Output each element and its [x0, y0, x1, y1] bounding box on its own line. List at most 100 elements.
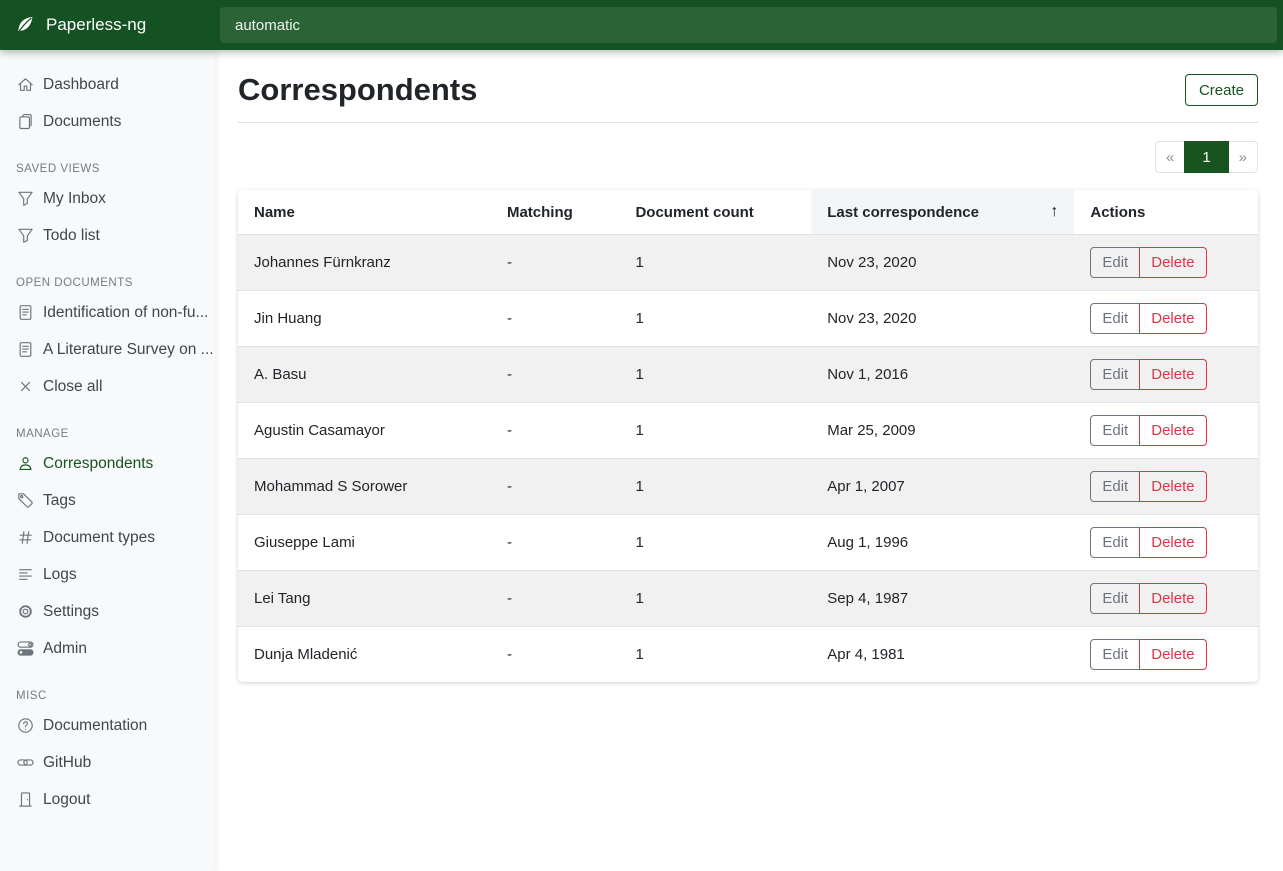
document-count: 1 — [619, 571, 811, 627]
file-text-icon — [16, 304, 34, 322]
matching-value: - — [491, 403, 620, 459]
sidebar-item-tags[interactable]: Tags — [0, 482, 215, 519]
column-header-actions: Actions — [1074, 190, 1258, 235]
table-row: Agustin Casamayor - 1 Mar 25, 2009 EditD… — [238, 403, 1258, 459]
column-header-matching[interactable]: Matching — [491, 190, 620, 235]
delete-button[interactable]: Delete — [1139, 415, 1206, 446]
document-count: 1 — [619, 627, 811, 683]
create-button[interactable]: Create — [1185, 74, 1258, 106]
sidebar-item-document-types[interactable]: Document types — [0, 519, 215, 556]
edit-button[interactable]: Edit — [1090, 527, 1140, 558]
sidebar-item-logs[interactable]: Logs — [0, 556, 215, 593]
column-header-document-count[interactable]: Document count — [619, 190, 811, 235]
table-row: Johannes Fürnkranz - 1 Nov 23, 2020 Edit… — [238, 235, 1258, 291]
correspondent-name: A. Basu — [238, 347, 491, 403]
feather-logo-icon — [15, 15, 35, 35]
last-correspondence-date: Sep 4, 1987 — [811, 571, 1074, 627]
table-row: Jin Huang - 1 Nov 23, 2020 EditDelete — [238, 291, 1258, 347]
sidebar-section-title-saved-views: SAVED VIEWS — [16, 155, 199, 175]
correspondent-name: Lei Tang — [238, 571, 491, 627]
table-header-row: Name Matching Document count Last corres… — [238, 190, 1258, 235]
app-title: Paperless-ng — [46, 15, 146, 35]
question-circle-icon — [16, 717, 34, 735]
header-divider — [238, 122, 1258, 123]
delete-button[interactable]: Delete — [1139, 471, 1206, 502]
sidebar-item-documents[interactable]: Documents — [0, 103, 215, 140]
sidebar-item-correspondents[interactable]: Correspondents — [0, 445, 215, 482]
toggles-icon — [16, 640, 34, 658]
table-row: Giuseppe Lami - 1 Aug 1, 1996 EditDelete — [238, 515, 1258, 571]
sidebar-section-title-misc: MISC — [16, 682, 199, 702]
sidebar-item-github[interactable]: GitHub — [0, 744, 215, 781]
delete-button[interactable]: Delete — [1139, 527, 1206, 558]
edit-button[interactable]: Edit — [1090, 415, 1140, 446]
delete-button[interactable]: Delete — [1139, 247, 1206, 278]
delete-button[interactable]: Delete — [1139, 639, 1206, 670]
matching-value: - — [491, 515, 620, 571]
table-row: Mohammad S Sorower - 1 Apr 1, 2007 EditD… — [238, 459, 1258, 515]
sidebar-item-admin[interactable]: Admin — [0, 630, 215, 667]
last-correspondence-date: Mar 25, 2009 — [811, 403, 1074, 459]
last-correspondence-date: Nov 23, 2020 — [811, 291, 1074, 347]
correspondent-name: Giuseppe Lami — [238, 515, 491, 571]
edit-button[interactable]: Edit — [1090, 359, 1140, 390]
pagination-prev[interactable]: « — [1155, 141, 1185, 173]
last-correspondence-date: Apr 4, 1981 — [811, 627, 1074, 683]
x-icon — [16, 378, 34, 396]
sidebar-item-settings[interactable]: Settings — [0, 593, 215, 630]
delete-button[interactable]: Delete — [1139, 359, 1206, 390]
correspondent-name: Mohammad S Sorower — [238, 459, 491, 515]
funnel-icon — [16, 227, 34, 245]
matching-value: - — [491, 347, 620, 403]
files-icon — [16, 113, 34, 131]
main-content: Correspondents Create « 1 » Name Match — [215, 50, 1283, 871]
table-row: Dunja Mladenić - 1 Apr 4, 1981 EditDelet… — [238, 627, 1258, 683]
correspondents-table: Name Matching Document count Last corres… — [238, 190, 1258, 682]
search-input[interactable] — [220, 7, 1277, 43]
document-count: 1 — [619, 235, 811, 291]
table-row: Lei Tang - 1 Sep 4, 1987 EditDelete — [238, 571, 1258, 627]
sidebar-item-close-all[interactable]: Close all — [0, 368, 215, 405]
last-correspondence-date: Aug 1, 1996 — [811, 515, 1074, 571]
matching-value: - — [491, 235, 620, 291]
edit-button[interactable]: Edit — [1090, 303, 1140, 334]
delete-button[interactable]: Delete — [1139, 583, 1206, 614]
column-header-name[interactable]: Name — [238, 190, 491, 235]
sidebar-item-logout[interactable]: Logout — [0, 781, 215, 818]
edit-button[interactable]: Edit — [1090, 247, 1140, 278]
sidebar-item-todo-list[interactable]: Todo list — [0, 217, 215, 254]
person-icon — [16, 455, 34, 473]
matching-value: - — [491, 571, 620, 627]
hash-icon — [16, 529, 34, 547]
correspondent-name: Agustin Casamayor — [238, 403, 491, 459]
door-icon — [16, 791, 34, 809]
tag-icon — [16, 492, 34, 510]
document-count: 1 — [619, 403, 811, 459]
edit-button[interactable]: Edit — [1090, 471, 1140, 502]
matching-value: - — [491, 627, 620, 683]
document-count: 1 — [619, 459, 811, 515]
sidebar-item-dashboard[interactable]: Dashboard — [0, 66, 215, 103]
document-count: 1 — [619, 291, 811, 347]
matching-value: - — [491, 291, 620, 347]
last-correspondence-date: Nov 23, 2020 — [811, 235, 1074, 291]
page-title: Correspondents — [238, 70, 477, 110]
sidebar-item-a-literature-survey-on[interactable]: A Literature Survey on ... — [0, 331, 215, 368]
edit-button[interactable]: Edit — [1090, 583, 1140, 614]
correspondents-table-card: Name Matching Document count Last corres… — [238, 190, 1258, 682]
last-correspondence-date: Apr 1, 2007 — [811, 459, 1074, 515]
sidebar-item-identification-of-non-fu[interactable]: Identification of non-fu... — [0, 294, 215, 331]
delete-button[interactable]: Delete — [1139, 303, 1206, 334]
gear-icon — [16, 603, 34, 621]
correspondent-name: Jin Huang — [238, 291, 491, 347]
app-logo[interactable]: Paperless-ng — [0, 15, 215, 35]
pagination-next[interactable]: » — [1228, 141, 1258, 173]
last-correspondence-date: Nov 1, 2016 — [811, 347, 1074, 403]
sidebar-item-documentation[interactable]: Documentation — [0, 707, 215, 744]
sidebar-item-my-inbox[interactable]: My Inbox — [0, 180, 215, 217]
document-count: 1 — [619, 347, 811, 403]
column-header-last-correspondence[interactable]: Last correspondence ↑ — [811, 190, 1074, 235]
funnel-icon — [16, 190, 34, 208]
edit-button[interactable]: Edit — [1090, 639, 1140, 670]
pagination-page-1[interactable]: 1 — [1184, 141, 1228, 173]
